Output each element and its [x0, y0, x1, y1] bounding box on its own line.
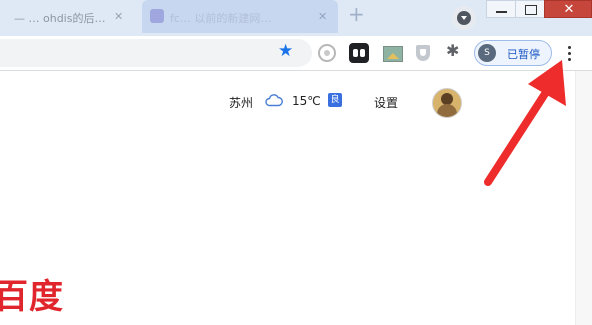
close-window-button[interactable]: ✕ — [544, 0, 592, 18]
chevron-down-icon — [457, 11, 471, 25]
tab-title: fc… 以前的新建网… — [170, 12, 272, 25]
annotation-arrow-icon — [484, 60, 566, 186]
tab-close-icon[interactable]: ✕ — [114, 10, 123, 23]
new-tab-plus-icon[interactable]: + — [348, 2, 365, 26]
extension-shield-icon[interactable] — [416, 45, 430, 61]
tab-active[interactable]: fc… 以前的新建网… ✕ — [142, 0, 338, 33]
user-avatar[interactable] — [432, 88, 462, 118]
extensions-puzzle-icon[interactable]: ✱ — [446, 41, 459, 60]
extension-image-icon[interactable] — [383, 46, 403, 62]
minimize-button[interactable] — [486, 0, 516, 18]
air-quality-badge[interactable]: 良 — [328, 93, 342, 107]
baidu-logo: 百度 — [0, 277, 64, 317]
extension-gamepad-icon[interactable] — [349, 43, 369, 63]
tab-close-icon[interactable]: ✕ — [318, 10, 327, 23]
tab-favicon-icon — [150, 9, 164, 23]
bookmark-star-icon[interactable]: ★ — [278, 41, 293, 61]
tab-search-button[interactable] — [452, 6, 476, 30]
close-icon: ✕ — [563, 2, 575, 17]
extension-flower-icon[interactable] — [318, 44, 336, 62]
cloud-icon — [265, 94, 283, 107]
weather-temperature[interactable]: 15℃ — [292, 94, 321, 108]
weather-city[interactable]: 苏州 — [229, 94, 253, 111]
address-bar[interactable]: ★ — [0, 39, 312, 67]
tab-inactive[interactable]: — … ohdis的后… ✕ — [0, 0, 140, 36]
tab-title: — … ohdis的后… — [14, 12, 106, 25]
settings-link[interactable]: 设置 — [374, 94, 398, 111]
tab-strip: — … ohdis的后… ✕ fc… 以前的新建网… ✕ + ✕ — [0, 0, 592, 36]
restore-button[interactable] — [515, 0, 545, 18]
